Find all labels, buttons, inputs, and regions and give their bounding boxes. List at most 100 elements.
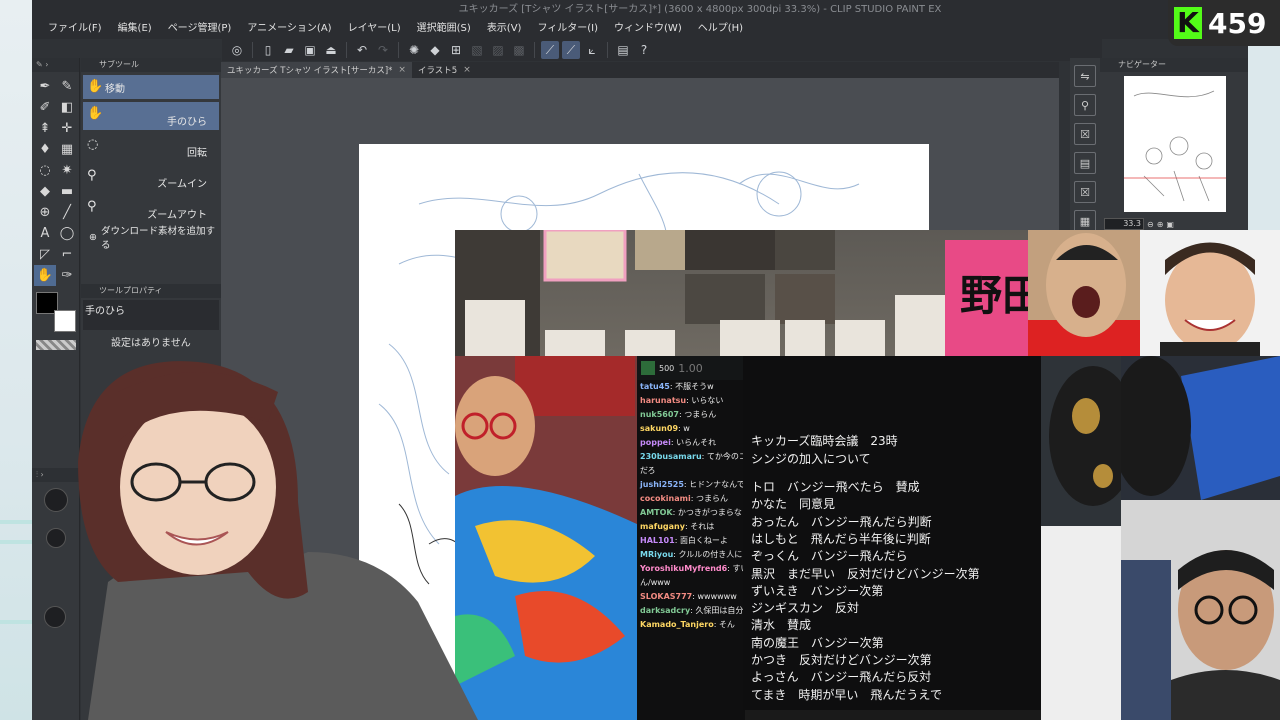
select-icon[interactable]: ⊕	[34, 202, 56, 223]
chat-username[interactable]: sakun09	[640, 424, 678, 433]
subtool-hand[interactable]: ✋ 手のひら	[83, 102, 219, 130]
eyedropper-icon[interactable]: ✑	[56, 265, 78, 286]
blend-icon[interactable]: ♦	[34, 139, 56, 160]
chat-username[interactable]: YoroshikuMyfrend6	[640, 564, 727, 573]
layer-property-icon[interactable]: ⇋	[1074, 65, 1096, 87]
menu-help[interactable]: ヘルプ(H)	[690, 19, 751, 39]
menu-animation[interactable]: アニメーション(A)	[239, 19, 339, 39]
open-folder-icon[interactable]: ▰	[280, 41, 298, 59]
chat-username[interactable]: Kamado_Tanjero	[640, 620, 714, 629]
layer-move-icon[interactable]: ⇞	[34, 118, 56, 139]
search-icon[interactable]: ⚲	[1074, 94, 1096, 116]
chat-username[interactable]: nuk5607	[640, 410, 679, 419]
history-icon[interactable]: ▤	[1074, 152, 1096, 174]
pen-icon[interactable]: ✒	[34, 76, 56, 97]
chat-username[interactable]: cocokinami	[640, 494, 691, 503]
zoom-out-icon[interactable]: ⊖	[1147, 220, 1154, 229]
export-icon[interactable]: ⏏	[322, 41, 340, 59]
clip-icon[interactable]: ◎	[228, 41, 246, 59]
menu-filter[interactable]: フィルター(I)	[529, 19, 606, 39]
sleeping-person	[455, 356, 641, 720]
chat-text: つまらん	[695, 494, 728, 503]
chat-text: いらない	[691, 396, 724, 405]
face-camera-1	[1028, 230, 1140, 356]
line-icon[interactable]: ╱	[56, 202, 78, 223]
divider	[398, 42, 399, 58]
subtool-zoom-in[interactable]: ⚲ ズームイン	[83, 164, 219, 192]
loading-icon[interactable]: ✺	[405, 41, 423, 59]
close-icon[interactable]: ×	[463, 65, 471, 75]
subtool-move[interactable]: ✋ 移動	[83, 75, 219, 99]
material-icon[interactable]: ☒	[1074, 123, 1096, 145]
streamer-person	[78, 361, 478, 720]
chat-username[interactable]: tatu45	[640, 382, 670, 391]
agenda-vote: 黒沢 まだ早い 反対だけどバンジー次第	[751, 566, 980, 581]
invert-icon[interactable]: ▩	[510, 41, 528, 59]
fit-icon[interactable]: ▣	[1166, 220, 1174, 229]
subtool-label: 手のひら	[167, 117, 207, 128]
lasso-icon[interactable]: ◌	[34, 160, 56, 181]
hand-icon[interactable]: ✋	[34, 265, 56, 286]
balloon-icon[interactable]: ◯	[56, 223, 78, 244]
tab-document-1[interactable]: ユキッカーズ Tシャツ イラスト[サーカス]* ×	[221, 62, 412, 78]
move-icon[interactable]: ✛	[56, 118, 78, 139]
text-icon[interactable]: A	[34, 223, 56, 244]
sub-color-swatch[interactable]	[54, 310, 76, 332]
gradient-icon[interactable]: ▬	[56, 181, 78, 202]
menu-selection[interactable]: 選択範囲(S)	[409, 19, 479, 39]
frame-icon[interactable]: ◸	[34, 244, 56, 265]
chat-username[interactable]: harunatsu	[640, 396, 686, 405]
brush-icon[interactable]: ✐	[34, 97, 56, 118]
menu-window[interactable]: ウィンドウ(W)	[606, 19, 690, 39]
close-icon[interactable]: ×	[398, 65, 406, 75]
undo-icon[interactable]: ↶	[353, 41, 371, 59]
fill-bucket-icon[interactable]: ◆	[34, 181, 56, 202]
chat-username[interactable]: SLOKAS777	[640, 592, 692, 601]
chat-username[interactable]: MRiyou	[640, 550, 673, 559]
transparent-color-swatch[interactable]	[36, 340, 76, 350]
chat-message: ん/www	[637, 576, 745, 590]
add-material-button[interactable]: ⊕ ダウンロード素材を追加する	[83, 226, 219, 251]
ruler-icon[interactable]: ⌐	[56, 244, 78, 265]
chat-username[interactable]: AMTOK	[640, 508, 673, 517]
subtool-zoom-out[interactable]: ⚲ ズームアウト	[83, 195, 219, 223]
subtool-rotate[interactable]: ◌ 回転	[83, 133, 219, 161]
tool-settings-icon[interactable]: ☒	[1074, 181, 1096, 203]
chat-username[interactable]: 230busamaru	[640, 452, 702, 461]
clear-icon[interactable]: ▧	[468, 41, 486, 59]
zoom-in-icon[interactable]: ⊕	[1157, 220, 1164, 229]
navigator-thumbnail[interactable]	[1124, 76, 1226, 212]
agenda-vote: ぞっくん バンジー飛んだら	[751, 549, 908, 564]
timeline-icon[interactable]: ▦	[1074, 210, 1096, 232]
new-file-icon[interactable]: ▯	[259, 41, 277, 59]
menu-edit[interactable]: 編集(E)	[110, 19, 160, 39]
menu-view[interactable]: 表示(V)	[479, 19, 530, 39]
help-icon[interactable]: ?	[635, 41, 653, 59]
perspective-icon[interactable]: ⟀	[583, 41, 601, 59]
chat-username[interactable]: darksadcry	[640, 606, 690, 615]
fill-icon[interactable]: ◆	[426, 41, 444, 59]
eraser-icon[interactable]: ◧	[56, 97, 78, 118]
magic-wand-icon[interactable]: ✷	[56, 160, 78, 181]
redo-icon[interactable]: ↷	[374, 41, 392, 59]
menu-page[interactable]: ページ管理(P)	[160, 19, 240, 39]
chat-username[interactable]: HAL101	[640, 536, 675, 545]
menu-layer[interactable]: レイヤー(L)	[340, 19, 409, 39]
menu-file[interactable]: ファイル(F)	[40, 19, 110, 39]
grid-icon[interactable]: ▦	[56, 139, 78, 160]
subtool-label: ズームイン	[157, 179, 207, 190]
crop-icon[interactable]: ▨	[489, 41, 507, 59]
tab-document-2[interactable]: イラスト5 ×	[412, 62, 477, 78]
pencil-icon[interactable]: ✎	[56, 76, 78, 97]
ruler-snap-icon[interactable]: ⟋	[541, 41, 559, 59]
save-icon[interactable]: ▣	[301, 41, 319, 59]
chat-username[interactable]: mafugany	[640, 522, 685, 531]
document-icon[interactable]: ▤	[614, 41, 632, 59]
transform-icon[interactable]: ⊞	[447, 41, 465, 59]
agenda-vote: はしもと 飛んだら半年後に判断	[751, 531, 931, 546]
ruler-snap-2-icon[interactable]: ⟋	[562, 41, 580, 59]
chat-text: てか今のコ	[706, 452, 745, 461]
chat-username[interactable]: poppei	[640, 438, 671, 447]
zoom-field[interactable]: 33.3	[1104, 218, 1144, 230]
chat-username[interactable]: jushi2525	[640, 480, 684, 489]
